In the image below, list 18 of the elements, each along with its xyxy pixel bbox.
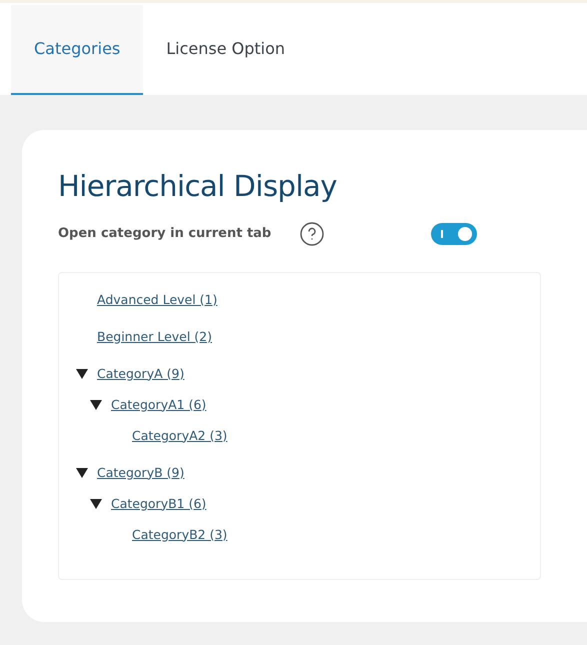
category-link[interactable]: CategoryB1 (6) [111,494,206,514]
category-link[interactable]: Beginner Level (2) [97,328,212,346]
category-link[interactable]: CategoryA (9) [97,364,184,384]
category-link[interactable]: CategoryB2 (3) [132,526,228,544]
category-link[interactable]: CategoryB (9) [97,464,184,482]
caret-icon[interactable] [76,368,88,380]
caret-icon[interactable] [90,498,102,510]
setting-label: Open category in current tab [58,225,272,244]
category-link[interactable]: Advanced Level (1) [97,290,218,310]
caret-icon[interactable] [76,467,88,479]
toggle-switch[interactable] [431,223,477,245]
category-link[interactable]: CategoryA2 (3) [132,426,228,446]
tab[interactable]: License Option [143,5,308,95]
section-title: Hierarchical Display [58,168,338,204]
category-link[interactable]: CategoryA1 (6) [111,396,206,414]
help-icon[interactable] [300,222,324,246]
tab[interactable]: Categories [11,5,144,95]
caret-icon[interactable] [90,399,102,411]
